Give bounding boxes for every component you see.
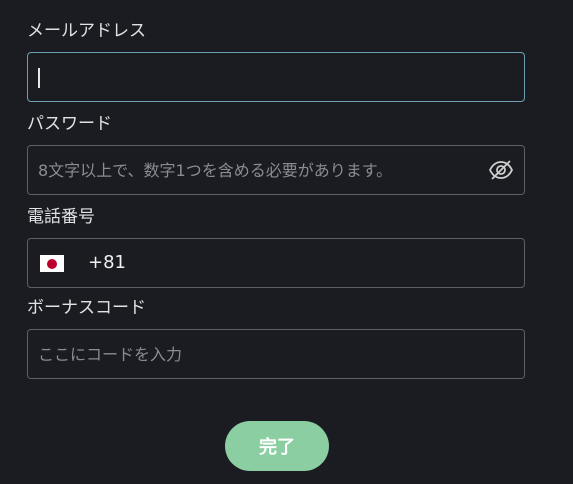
bonus-code-label: ボーナスコード — [27, 298, 146, 318]
password-label: パスワード — [27, 114, 112, 134]
eye-off-icon[interactable] — [488, 158, 514, 182]
phone-input[interactable] — [128, 239, 508, 287]
password-field[interactable] — [27, 145, 525, 195]
password-input[interactable] — [38, 146, 478, 194]
email-input[interactable] — [38, 53, 478, 101]
email-label: メールアドレス — [27, 21, 146, 41]
bonus-code-input[interactable] — [38, 330, 478, 378]
email-field[interactable] — [27, 52, 525, 102]
dial-code: +81 — [88, 252, 126, 273]
bonus-code-field[interactable] — [27, 329, 525, 379]
submit-button[interactable]: 完了 — [225, 421, 329, 471]
japan-flag-icon[interactable] — [40, 255, 64, 272]
phone-field[interactable]: +81 — [27, 238, 525, 288]
phone-label: 電話番号 — [27, 207, 95, 227]
